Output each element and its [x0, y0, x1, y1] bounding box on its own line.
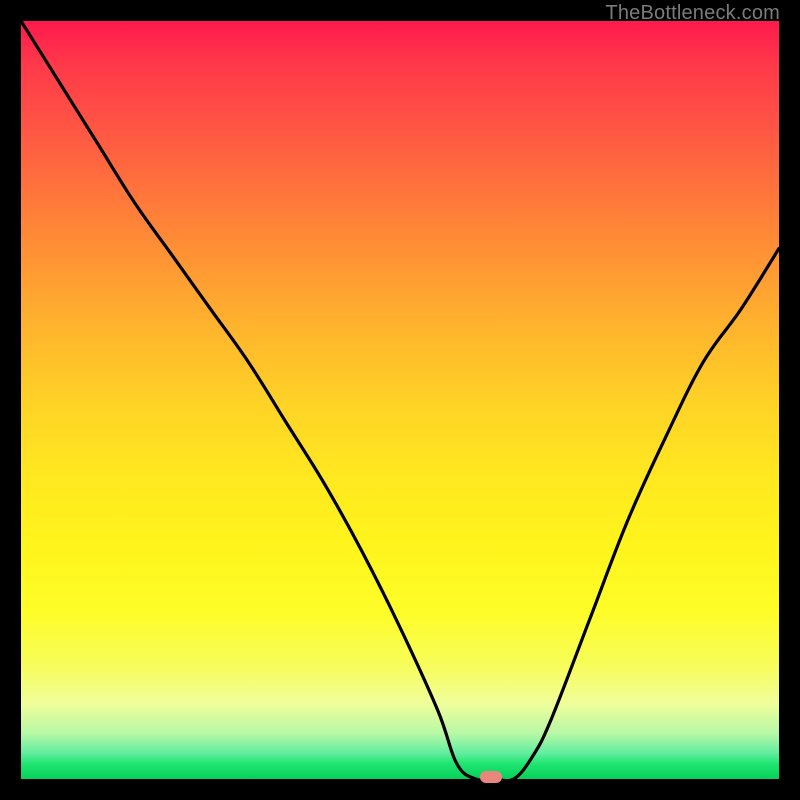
- plot-area: [21, 21, 779, 779]
- chart-frame: TheBottleneck.com: [0, 0, 800, 800]
- optimal-point-marker: [480, 771, 502, 783]
- watermark-text: TheBottleneck.com: [605, 2, 780, 25]
- bottleneck-curve: [21, 21, 779, 779]
